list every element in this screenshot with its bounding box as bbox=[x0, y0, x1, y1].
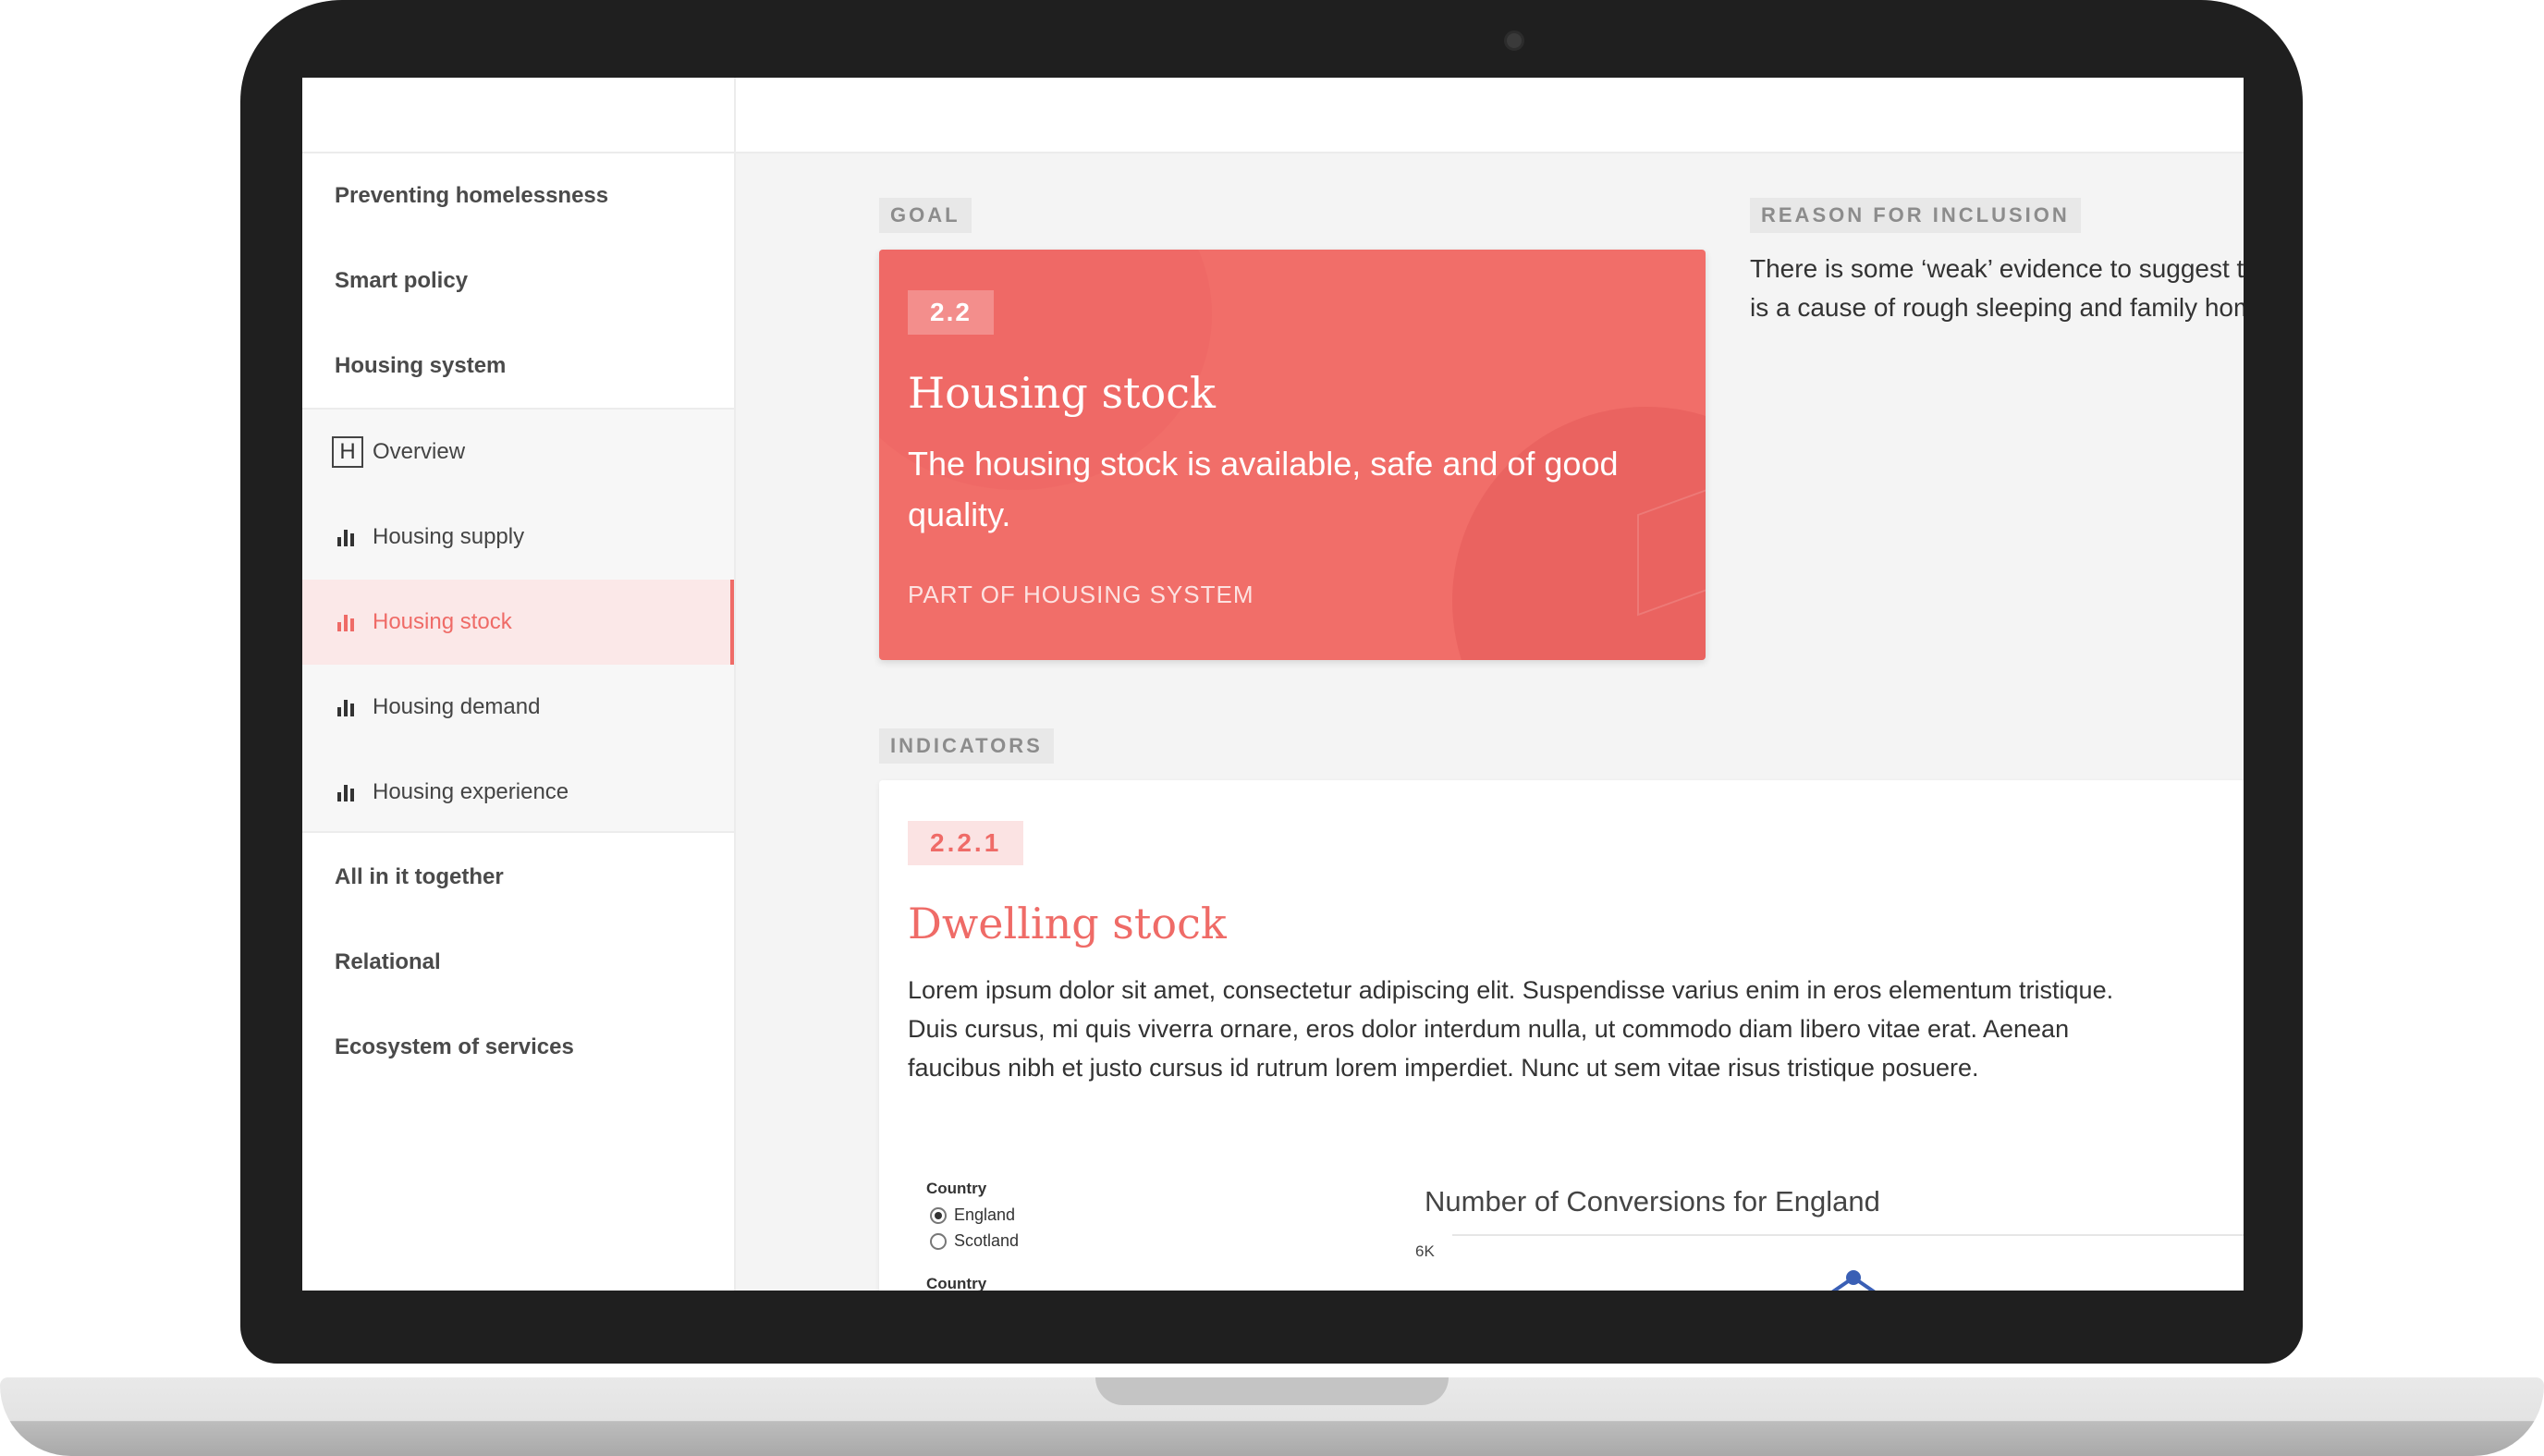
chart-area: 6K bbox=[1415, 1234, 2244, 1291]
nav-item-label: Relational bbox=[335, 949, 441, 974]
goal-badge: 2.2 bbox=[908, 290, 994, 335]
chart-title: Number of Conversions for England bbox=[1425, 1185, 1880, 1217]
nav-item-label: Ecosystem of services bbox=[335, 1034, 574, 1059]
h-icon: H bbox=[332, 436, 363, 468]
nav-item-label: Preventing homelessness bbox=[335, 183, 609, 208]
sub-item-housing-demand[interactable]: Housing demand bbox=[302, 665, 734, 750]
sub-item-label: Housing experience bbox=[373, 779, 569, 804]
screen: Preventing homelessness Smart policy Hou… bbox=[302, 78, 2244, 1291]
indicator-title: Dwelling stock bbox=[908, 899, 1227, 948]
nav-item-relational[interactable]: Relational bbox=[302, 920, 734, 1005]
radio-unchecked-icon bbox=[930, 1232, 947, 1250]
sub-item-label: Housing stock bbox=[373, 609, 512, 634]
indicator-badge: 2.2.1 bbox=[908, 821, 1024, 865]
indicators-section-label: INDICATORS bbox=[879, 728, 1054, 764]
sub-item-overview[interactable]: H Overview bbox=[302, 410, 734, 495]
goal-card: 2.2 Housing stock The housing stock is a… bbox=[879, 250, 1706, 660]
sub-item-housing-supply[interactable]: Housing supply bbox=[302, 495, 734, 580]
nav-item-housing-system[interactable]: Housing system bbox=[302, 324, 734, 409]
goal-title: Housing stock bbox=[908, 368, 1216, 418]
chart-data-point[interactable] bbox=[1846, 1270, 1861, 1285]
sub-item-housing-stock[interactable]: Housing stock bbox=[302, 580, 734, 665]
bar-chart-icon bbox=[332, 783, 363, 801]
nav-item-label: All in it together bbox=[335, 864, 504, 889]
sub-item-label: Housing supply bbox=[373, 524, 525, 549]
reason-text: There is some ‘weak’ evidence to suggest… bbox=[1750, 250, 2244, 327]
nav-item-ecosystem-of-services[interactable]: Ecosystem of services bbox=[302, 1005, 734, 1090]
sub-item-label: Overview bbox=[373, 439, 466, 464]
radio-checked-icon bbox=[930, 1206, 947, 1224]
goal-part-of: PART OF HOUSING SYSTEM bbox=[908, 581, 1254, 608]
nav-item-preventing-homelessness[interactable]: Preventing homelessness bbox=[302, 153, 734, 239]
top-bar bbox=[302, 78, 2244, 153]
filter-label-country-2: Country bbox=[926, 1275, 987, 1291]
radio-scotland[interactable]: Scotland bbox=[930, 1231, 1019, 1251]
camera-icon bbox=[1504, 31, 1524, 51]
radio-label: England bbox=[954, 1205, 1016, 1224]
bar-chart-icon bbox=[332, 528, 363, 546]
sidebar: Preventing homelessness Smart policy Hou… bbox=[302, 153, 736, 1291]
chart-tick-label: 6K bbox=[1415, 1242, 1435, 1260]
reason-line: There is some ‘weak’ evidence to suggest… bbox=[1750, 254, 2244, 283]
bar-chart-icon bbox=[332, 613, 363, 631]
filter-label-country: Country bbox=[926, 1180, 987, 1197]
nav-item-smart-policy[interactable]: Smart policy bbox=[302, 239, 734, 324]
indicator-description: Lorem ipsum dolor sit amet, consectetur … bbox=[908, 976, 2114, 1082]
sub-item-label: Housing demand bbox=[373, 694, 541, 719]
nav-item-label: Housing system bbox=[335, 353, 507, 378]
sub-item-housing-experience[interactable]: Housing experience bbox=[302, 750, 734, 835]
reason-section-label: REASON FOR INCLUSION bbox=[1750, 198, 2081, 233]
reason-line: is a cause of rough sleeping and family … bbox=[1750, 293, 2244, 322]
bar-chart-icon bbox=[332, 698, 363, 716]
indicator-card: 2.2.1 Dwelling stock Lorem ipsum dolor s… bbox=[879, 780, 2244, 1291]
goal-description: The housing stock is available, safe and… bbox=[908, 445, 1619, 533]
top-bar-divider bbox=[734, 78, 736, 153]
radio-england[interactable]: England bbox=[930, 1205, 1015, 1225]
goal-section-label: GOAL bbox=[879, 198, 972, 233]
subnav-housing-system: H Overview Housing supply Housing stock … bbox=[302, 408, 734, 833]
nav-item-all-in-it-together[interactable]: All in it together bbox=[302, 835, 734, 920]
laptop-notch bbox=[1095, 1377, 1449, 1405]
nav-item-label: Smart policy bbox=[335, 268, 469, 293]
radio-label: Scotland bbox=[954, 1231, 1020, 1250]
